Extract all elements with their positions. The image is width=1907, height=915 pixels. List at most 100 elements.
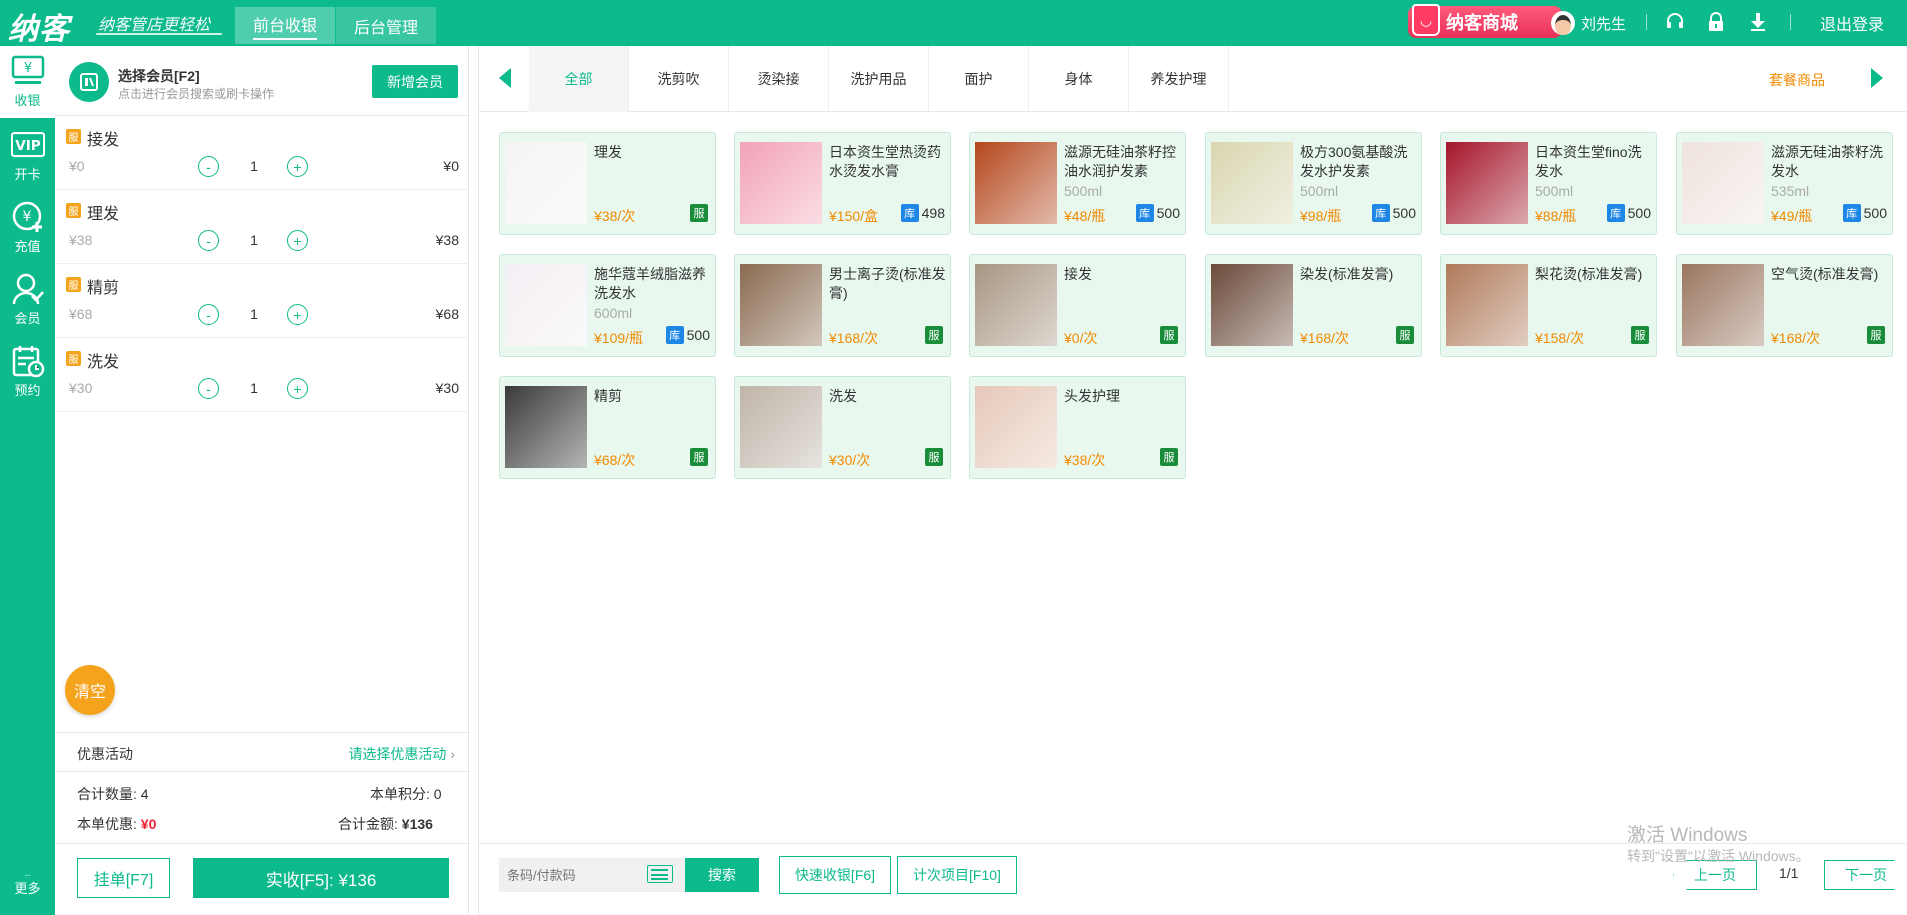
product-name: 染发(标准发膏) (1300, 266, 1394, 282)
stock-tag: 库 (900, 204, 919, 222)
product-card[interactable]: 日本资生堂热烫药水烫发水膏 ¥150/盒 库 498 (734, 132, 951, 235)
package-products-link[interactable]: 套餐商品 (1769, 70, 1825, 90)
product-name: 极方300氨基酸洗发水护发素 (1300, 144, 1408, 179)
nav-label: 预约 (14, 383, 41, 398)
mall-button[interactable]: ◡ 纳客商城 (1408, 4, 1562, 38)
headset-icon[interactable] (1664, 11, 1686, 33)
cart-item-name: 理发 (87, 206, 120, 223)
add-member-button[interactable]: 新增会员 (372, 65, 458, 98)
pay-button[interactable]: 实收[F5]: ¥136 (193, 858, 449, 898)
product-card[interactable]: 精剪 ¥68/次 服 (499, 376, 716, 479)
product-card[interactable]: 理发 ¥38/次 服 (499, 132, 716, 235)
product-card[interactable]: 施华蔻羊绒脂滋养洗发水 600ml ¥109/瓶 库 500 (499, 254, 716, 357)
category-next-arrow-icon[interactable] (1871, 68, 1883, 88)
user-menu[interactable]: 刘先生 (1551, 10, 1626, 36)
member-select-bar[interactable]: 选择会员[F2] 点击进行会员搜索或刷卡操作 新增会员 (55, 46, 469, 116)
cart-item-qty[interactable]: 1 (239, 380, 269, 396)
product-card[interactable]: 空气烫(标准发膏) ¥168/次 服 (1676, 254, 1893, 357)
category-prev-arrow-icon[interactable] (499, 68, 511, 88)
member-icon (11, 272, 45, 306)
product-thumbnail (975, 264, 1057, 346)
product-thumbnail (1211, 142, 1293, 224)
tab-backend-admin[interactable]: 后台管理 (336, 7, 436, 44)
decrease-qty-button[interactable]: - (198, 378, 219, 399)
decrease-qty-button[interactable]: - (198, 304, 219, 325)
product-card[interactable]: 日本资生堂fino洗发水 500ml ¥88/瓶 库 500 (1440, 132, 1657, 235)
product-spec: 500ml (1535, 183, 1574, 199)
service-tag: 服 (690, 204, 708, 222)
nav-more[interactable]: .. 更多 (0, 869, 55, 897)
cart-item[interactable]: 服 理发 ¥38 - 1 + ¥38 (55, 190, 469, 264)
product-card[interactable]: 染发(标准发膏) ¥168/次 服 (1205, 254, 1422, 357)
order-discount-label: 本单优惠: (77, 816, 137, 832)
category-tab-perm-dye[interactable]: 烫染接 (729, 46, 829, 112)
increase-qty-button[interactable]: + (287, 230, 308, 251)
clear-cart-button[interactable]: 清空 (65, 665, 115, 715)
cart-panel: 选择会员[F2] 点击进行会员搜索或刷卡操作 新增会员 服 接发 ¥0 - 1 … (55, 46, 469, 915)
product-price: ¥30/次 (829, 452, 871, 468)
product-card[interactable]: 头发护理 ¥38/次 服 (969, 376, 1186, 479)
product-thumbnail (1446, 264, 1528, 346)
increase-qty-button[interactable]: + (287, 378, 308, 399)
lock-icon[interactable] (1705, 11, 1727, 33)
user-name: 刘先生 (1581, 15, 1627, 33)
product-thumbnail (975, 142, 1057, 224)
product-name: 男士离子烫(标准发膏) (829, 266, 946, 301)
product-price: ¥158/次 (1535, 330, 1585, 346)
decrease-qty-button[interactable]: - (198, 230, 219, 251)
category-tab-hair-care[interactable]: 养发护理 (1129, 46, 1229, 112)
nav-item-cashier[interactable]: ¥ 收银 (0, 46, 55, 118)
keyboard-icon[interactable] (647, 865, 673, 883)
product-card[interactable]: 男士离子烫(标准发膏) ¥168/次 服 (734, 254, 951, 357)
promo-bar[interactable]: 优惠活动 请选择优惠活动 › (55, 732, 469, 772)
category-tab-all[interactable]: 全部 (529, 46, 629, 112)
decrease-qty-button[interactable]: - (198, 156, 219, 177)
count-items-button[interactable]: 计次项目[F10] (897, 856, 1017, 894)
hang-order-button[interactable]: 挂单[F7] (77, 858, 170, 898)
cart-item[interactable]: 服 接发 ¥0 - 1 + ¥0 (55, 116, 469, 190)
product-price: ¥168/次 (829, 330, 879, 346)
stock-count: 500 (686, 327, 710, 343)
product-name: 理发 (594, 144, 622, 160)
nav-item-recharge[interactable]: ¥ 充值 (0, 192, 55, 264)
logout-button[interactable]: 退出登录 (1820, 11, 1884, 35)
mall-label: 纳客商城 (1446, 13, 1518, 33)
nav-item-member[interactable]: 会员 (0, 264, 55, 336)
product-card[interactable]: 滋源无硅油茶籽控油水润护发素 500ml ¥48/瓶 库 500 (969, 132, 1186, 235)
download-icon[interactable] (1747, 11, 1769, 33)
product-name: 洗发 (829, 388, 857, 404)
cart-item[interactable]: 服 精剪 ¥68 - 1 + ¥68 (55, 264, 469, 338)
product-card[interactable]: 滋源无硅油茶籽洗发水 535ml ¥49/瓶 库 500 (1676, 132, 1893, 235)
increase-qty-button[interactable]: + (287, 156, 308, 177)
product-price: ¥49/瓶 (1771, 208, 1813, 224)
product-card[interactable]: 梨花烫(标准发膏) ¥158/次 服 (1440, 254, 1657, 357)
cart-item-qty[interactable]: 1 (239, 306, 269, 322)
product-card[interactable]: 洗发 ¥30/次 服 (734, 376, 951, 479)
windows-activation-hint: 转到"设置"以激活 Windows。 (1627, 848, 1810, 864)
member-select-hint: 点击进行会员搜索或刷卡操作 (118, 87, 275, 101)
stock-tag: 库 (1842, 204, 1861, 222)
category-tab-wash-care[interactable]: 洗护用品 (829, 46, 929, 112)
category-tab-body[interactable]: 身体 (1029, 46, 1129, 112)
nav-item-appointment[interactable]: 预约 (0, 336, 55, 408)
tab-front-cashier[interactable]: 前台收银 (235, 7, 335, 44)
order-amount-label: 合计金额: (338, 816, 398, 832)
search-button[interactable]: 搜索 (685, 858, 759, 892)
cart-item-qty[interactable]: 1 (239, 232, 269, 248)
product-card[interactable]: 接发 ¥0/次 服 (969, 254, 1186, 357)
product-card[interactable]: 极方300氨基酸洗发水护发素 500ml ¥98/瓶 库 500 (1205, 132, 1422, 235)
product-thumbnail (1682, 142, 1764, 224)
tab-backend-admin-label: 后台管理 (353, 19, 418, 37)
cart-item[interactable]: 服 洗发 ¥30 - 1 + ¥30 (55, 338, 469, 412)
product-spec: 535ml (1771, 183, 1810, 199)
category-tab-wash-cut-blow[interactable]: 洗剪吹 (629, 46, 729, 112)
quick-checkout-button[interactable]: 快速收银[F6] (779, 856, 891, 894)
nav-item-open-card[interactable]: VIP 开卡 (0, 120, 55, 192)
total-count: 合计数量: 4 (77, 784, 149, 804)
next-page-button[interactable]: 下一页 (1824, 860, 1907, 890)
cart-item-qty[interactable]: 1 (239, 158, 269, 174)
category-tab-face-care[interactable]: 面护 (929, 46, 1029, 112)
service-badge: 服 (66, 203, 81, 218)
promo-select-link[interactable]: 请选择优惠活动 › (348, 744, 455, 764)
increase-qty-button[interactable]: + (287, 304, 308, 325)
